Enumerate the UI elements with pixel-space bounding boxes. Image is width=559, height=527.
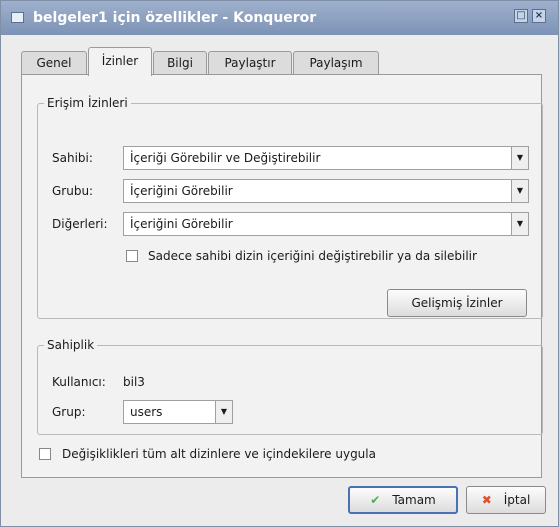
chevron-down-icon: ▼ (511, 147, 528, 169)
group-label: Grubu: (52, 184, 94, 198)
apply-recursive-checkbox[interactable] (39, 448, 51, 460)
group-owner-value: users (130, 405, 163, 419)
title-bar[interactable]: belgeler1 için özellikler - Konqueror □ … (1, 1, 558, 35)
tab-permissions[interactable]: İzinler (88, 47, 152, 76)
user-label: Kullanıcı: (52, 375, 106, 389)
advanced-permissions-button[interactable]: Gelişmiş İzinler (387, 289, 527, 317)
close-button[interactable]: × (532, 9, 546, 23)
group-owner-label: Grup: (52, 405, 86, 419)
maximize-button[interactable]: □ (514, 9, 528, 23)
chevron-down-icon: ▼ (511, 213, 528, 235)
permissions-panel: Erişim İzinleri Sahibi: İçeriği Görebili… (21, 74, 543, 478)
tab-sharing[interactable]: Paylaşım (293, 51, 379, 74)
properties-dialog: belgeler1 için özellikler - Konqueror □ … (0, 0, 559, 527)
access-permissions-group: Erişim İzinleri Sahibi: İçeriği Görebili… (37, 95, 543, 319)
owner-permission-select[interactable]: İçeriği Görebilir ve Değiştirebilir ▼ (123, 146, 529, 170)
cancel-button-label: İptal (503, 493, 531, 507)
access-permissions-title: Erişim İzinleri (44, 95, 131, 111)
cancel-button[interactable]: ✖ İptal (466, 486, 546, 514)
group-permission-value: İçeriğini Görebilir (130, 184, 233, 198)
window-menu-icon[interactable] (11, 12, 24, 23)
ok-button[interactable]: ✔ Tamam (348, 486, 458, 514)
ownership-group: Sahiplik Kullanıcı: bil3 Grup: users ▼ (37, 337, 543, 435)
tab-share[interactable]: Paylaştır (208, 51, 292, 74)
tab-general[interactable]: Genel (21, 51, 87, 74)
only-owner-checkbox[interactable] (126, 250, 138, 262)
group-owner-select[interactable]: users ▼ (123, 400, 233, 424)
group-permission-select[interactable]: İçeriğini Görebilir ▼ (123, 179, 529, 203)
owner-permission-value: İçeriği Görebilir ve Değiştirebilir (130, 151, 321, 165)
check-icon: ✔ (370, 493, 381, 507)
only-owner-checkbox-label[interactable]: Sadece sahibi dizin içeriğini değiştireb… (148, 246, 477, 266)
others-permission-value: İçeriğini Görebilir (130, 217, 233, 231)
apply-recursive-label[interactable]: Değişiklikleri tüm alt dizinlere ve için… (62, 444, 376, 464)
window-title: belgeler1 için özellikler - Konqueror (33, 10, 317, 26)
chevron-down-icon: ▼ (215, 401, 232, 423)
tab-info[interactable]: Bilgi (153, 51, 207, 74)
owner-label: Sahibi: (52, 151, 93, 165)
ok-button-label: Tamam (392, 493, 436, 507)
chevron-down-icon: ▼ (511, 180, 528, 202)
user-value: bil3 (123, 375, 145, 389)
others-label: Diğerleri: (52, 217, 108, 231)
cancel-x-icon: ✖ (481, 493, 492, 507)
ownership-title: Sahiplik (44, 337, 98, 353)
others-permission-select[interactable]: İçeriğini Görebilir ▼ (123, 212, 529, 236)
